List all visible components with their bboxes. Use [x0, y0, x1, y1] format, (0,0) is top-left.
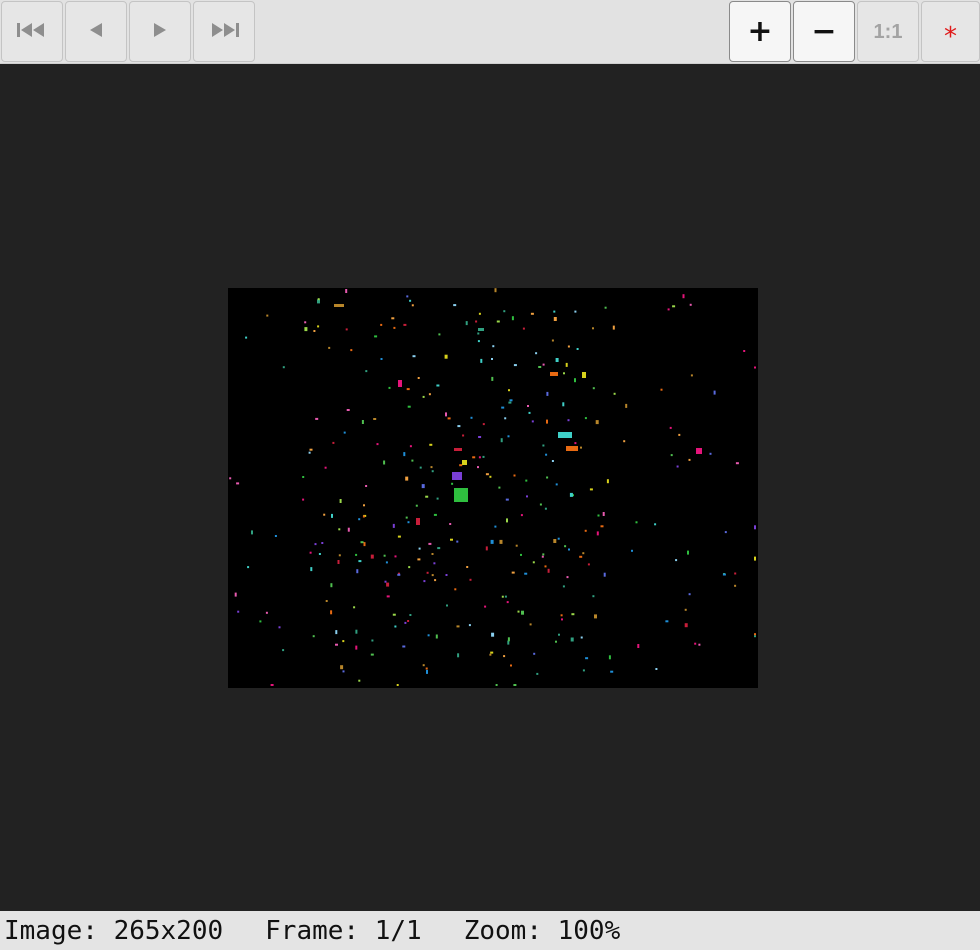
- segmentation-image: [229, 288, 756, 686]
- previous-frame-button[interactable]: [65, 1, 127, 62]
- last-frame-button[interactable]: [193, 1, 255, 62]
- image-size-status: Image: 265x200: [4, 915, 224, 946]
- actual-size-button[interactable]: 1:1: [857, 1, 919, 62]
- toolbar: + − 1:1 *: [0, 0, 980, 64]
- actual-size-label: 1:1: [873, 20, 903, 43]
- image-viewport[interactable]: [0, 64, 980, 911]
- minus-icon: −: [811, 13, 837, 49]
- displayed-image: [228, 288, 758, 688]
- zoom-status: Zoom: 100%: [463, 915, 621, 946]
- first-frame-button[interactable]: [1, 1, 63, 62]
- frame-status: Frame: 1/1: [265, 915, 422, 946]
- reset-view-button[interactable]: *: [921, 1, 980, 62]
- plus-icon: +: [747, 13, 773, 49]
- status-bar: Image: 265x200 Frame: 1/1 Zoom: 100%: [0, 911, 980, 950]
- asterisk-icon: *: [944, 21, 957, 52]
- next-icon: [152, 21, 168, 43]
- skip-to-last-icon: [208, 21, 240, 43]
- next-frame-button[interactable]: [129, 1, 191, 62]
- zoom-out-button[interactable]: −: [793, 1, 855, 62]
- previous-icon: [88, 21, 104, 43]
- zoom-in-button[interactable]: +: [729, 1, 791, 62]
- skip-to-first-icon: [16, 21, 48, 43]
